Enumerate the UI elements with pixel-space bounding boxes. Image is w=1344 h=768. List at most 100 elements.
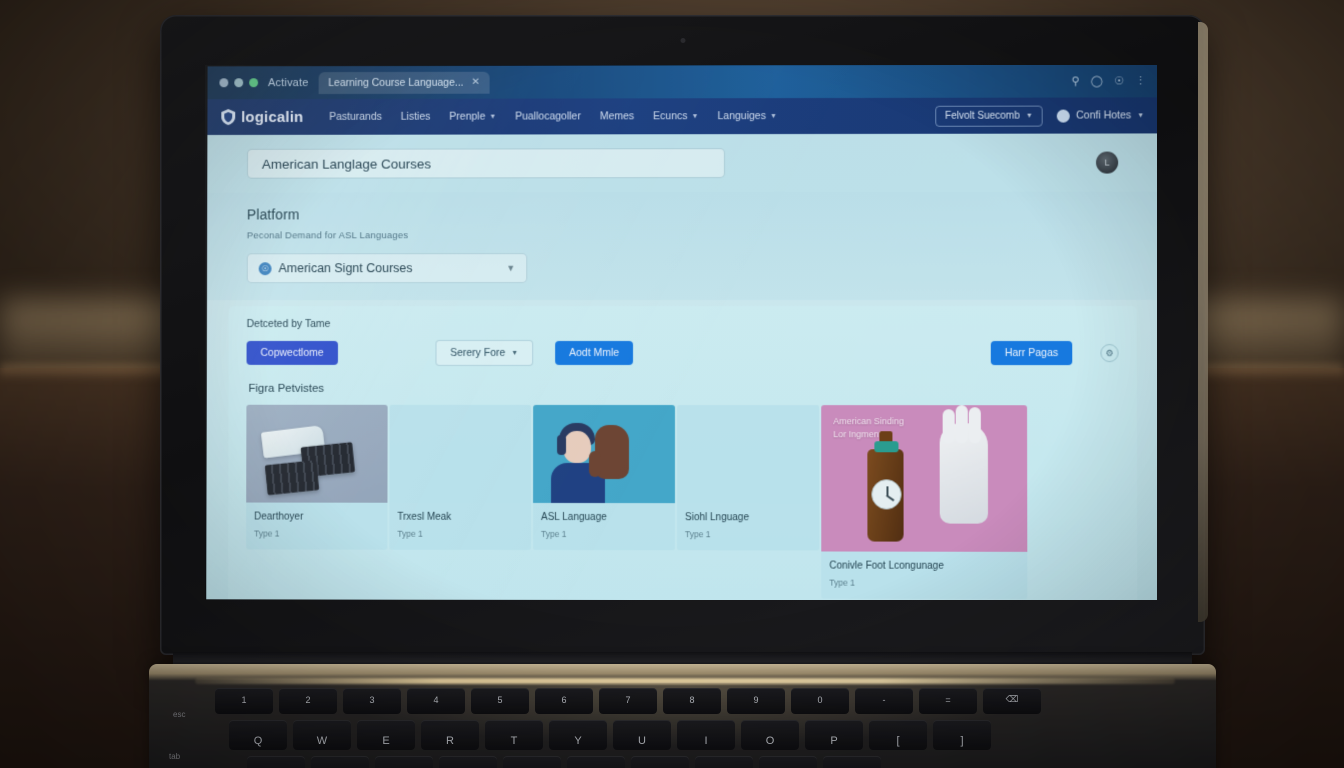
search-icon[interactable]: ⚲ xyxy=(1071,75,1079,88)
keyboard-top-row: Q W E R T Y U I O P[] xyxy=(229,720,991,750)
platform-select[interactable]: ☉ American Signt Courses ▼ xyxy=(246,253,528,284)
key-7[interactable]: 7 xyxy=(599,688,657,714)
key-;[interactable]: ; xyxy=(823,756,881,768)
key-s[interactable]: S xyxy=(311,756,369,768)
finger-shape xyxy=(955,405,968,444)
maximize-window-icon[interactable] xyxy=(249,78,259,88)
nav-link-label: Prenple xyxy=(449,110,486,123)
key-k[interactable]: K xyxy=(695,756,753,768)
key-4[interactable]: 4 xyxy=(407,688,465,714)
key-p[interactable]: P xyxy=(805,720,863,750)
key-w[interactable]: W xyxy=(293,720,351,750)
bottle-cap xyxy=(874,441,899,453)
results-section-title: Figra Petvistes xyxy=(248,382,325,395)
toolbar: Copwectlome Serery Fore ▼ Aodt Mmle Harr… xyxy=(246,339,1119,367)
chevron-down-icon: ▼ xyxy=(769,112,777,120)
minimize-window-icon[interactable] xyxy=(234,78,244,88)
key-8[interactable]: 8 xyxy=(663,688,721,714)
search-input[interactable]: American Langlage Courses xyxy=(246,148,725,179)
card-thumbnail xyxy=(533,404,675,504)
key-0[interactable]: 0 xyxy=(791,688,849,714)
key-g[interactable]: G xyxy=(503,756,561,768)
key-2[interactable]: 2 xyxy=(279,688,337,714)
globe-icon: ☉ xyxy=(258,261,272,275)
card-body: Conivle Foot Lcongunage Type 1 xyxy=(821,551,1027,599)
brand-logo[interactable]: logicalin xyxy=(221,108,303,125)
results-grid: Dearthoyer Type 1 Trxesl Meak Type 1 ASL… xyxy=(246,404,1119,600)
key-o[interactable]: O xyxy=(741,720,799,750)
key-tab[interactable]: tab xyxy=(169,752,180,761)
chevron-down-icon: ▼ xyxy=(511,349,519,357)
window-controls[interactable] xyxy=(219,78,259,88)
key-a[interactable]: A xyxy=(247,756,305,768)
view-pages-button[interactable]: Harr Pagas xyxy=(990,340,1073,366)
key-u[interactable]: U xyxy=(613,720,671,750)
app-navbar: logicalin Pasturands Listies Prenple ▼ P… xyxy=(207,97,1157,135)
key-6[interactable]: 6 xyxy=(535,688,593,714)
result-card[interactable]: Dearthoyer Type 1 xyxy=(246,404,388,550)
finger-shape xyxy=(968,407,981,444)
connect-button[interactable]: Copwectlome xyxy=(246,340,338,366)
nav-link-memes[interactable]: Memes xyxy=(600,110,634,122)
laptop-lid-rim xyxy=(1198,22,1208,622)
promo-overlay-line1: American Sinding xyxy=(833,416,905,427)
nav-link-label: Memes xyxy=(599,110,635,123)
nav-link-pasturands[interactable]: Pasturands xyxy=(329,111,382,123)
settings-icon[interactable]: ⚙ xyxy=(1100,344,1119,363)
add-button[interactable]: Aodt Mmle xyxy=(555,340,634,366)
nav-link-ecuncs[interactable]: Ecuncs ▼ xyxy=(653,110,698,122)
key-][interactable]: ] xyxy=(933,720,991,750)
key--[interactable]: - xyxy=(855,688,913,714)
promo-overlay-line2: Lor Ingments xyxy=(833,429,886,440)
card-type: Type 1 xyxy=(397,528,423,539)
laptop-screen: Activate Learning Course Language... ✕ ⚲… xyxy=(205,65,1157,600)
key-r[interactable]: R xyxy=(421,720,479,750)
close-icon[interactable]: ✕ xyxy=(471,77,479,88)
notification-icon[interactable]: ☉ xyxy=(1114,74,1124,87)
key-y[interactable]: Y xyxy=(549,720,607,750)
result-card[interactable]: Siohl Lnguage Type 1 xyxy=(676,405,820,551)
key-⌫[interactable]: ⌫ xyxy=(983,688,1041,714)
region-select-label: Felvolt Suecomb xyxy=(945,110,1020,122)
avatar[interactable]: L xyxy=(1096,151,1119,174)
platform-section: Platform Peconal Demand for ASL Language… xyxy=(206,191,1157,301)
result-card[interactable]: Trxesl Meak Type 1 xyxy=(389,404,532,550)
card-title: Dearthoyer xyxy=(254,511,304,523)
key-q[interactable]: Q xyxy=(229,720,287,750)
key-esc[interactable]: esc xyxy=(173,710,185,719)
key-e[interactable]: E xyxy=(357,720,415,750)
key-h[interactable]: H xyxy=(567,756,625,768)
key-f[interactable]: F xyxy=(439,756,497,768)
strip-shape xyxy=(264,460,320,496)
promo-thumbnail: American Sinding Lor Ingments xyxy=(821,405,1028,552)
key-3[interactable]: 3 xyxy=(343,688,401,714)
keyboard-home-row: ASDFGHJKL; xyxy=(247,756,881,768)
key-[[interactable]: [ xyxy=(869,720,927,750)
close-window-icon[interactable] xyxy=(219,78,229,88)
result-card[interactable]: ASL Language Type 1 xyxy=(533,404,675,551)
chrome-spacer xyxy=(500,81,1062,82)
key-9[interactable]: 9 xyxy=(727,688,785,714)
promo-card[interactable]: American Sinding Lor Ingments Conivle Fo… xyxy=(821,405,1028,600)
key-1[interactable]: 1 xyxy=(215,688,273,714)
key-i[interactable]: I xyxy=(677,720,735,750)
sort-dropdown-button[interactable]: Serery Fore ▼ xyxy=(435,339,534,367)
card-title: Siohl Lnguage xyxy=(684,512,750,524)
photo-scene: Activate Learning Course Language... ✕ ⚲… xyxy=(0,0,1344,768)
key-d[interactable]: D xyxy=(375,756,433,768)
nav-link-puallocagoller[interactable]: Puallocagoller xyxy=(515,110,581,122)
nav-link-label: Pasturands xyxy=(329,110,382,123)
nav-link-languiges[interactable]: Languiges ▼ xyxy=(717,110,776,122)
region-select[interactable]: Felvolt Suecomb ▼ xyxy=(935,105,1043,127)
user-menu[interactable]: Confi Hotes ▼ xyxy=(1056,109,1144,123)
more-icon[interactable]: ⋮ xyxy=(1135,74,1146,87)
comment-icon[interactable]: ◯ xyxy=(1091,74,1103,87)
key-j[interactable]: J xyxy=(631,756,689,768)
nav-link-prenple[interactable]: Prenple ▼ xyxy=(449,111,496,123)
browser-tab[interactable]: Learning Course Language... ✕ xyxy=(318,71,490,94)
key-5[interactable]: 5 xyxy=(471,688,529,714)
key-t[interactable]: T xyxy=(485,720,543,750)
key-=[interactable]: = xyxy=(919,688,977,714)
nav-link-listies[interactable]: Listies xyxy=(401,111,431,123)
key-l[interactable]: L xyxy=(759,756,817,768)
